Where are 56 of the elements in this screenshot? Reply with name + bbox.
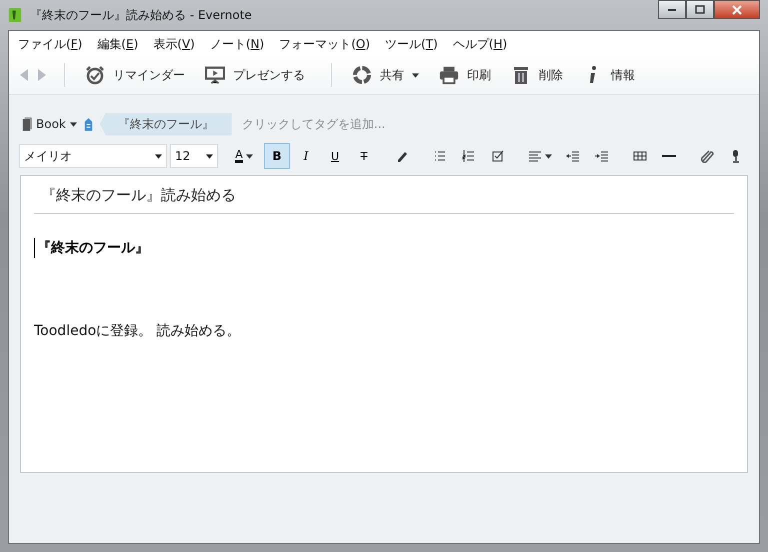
- note-text: Toodledoに登録。 読み始める。: [34, 322, 242, 340]
- caret-icon: [70, 122, 77, 126]
- underline-button[interactable]: U: [322, 143, 348, 169]
- align-left-icon: [528, 149, 542, 163]
- toolbar-button[interactable]: 共有: [348, 65, 429, 85]
- note-heading: 『終末のフール』: [34, 238, 734, 258]
- share-icon: [352, 65, 372, 85]
- caret-icon: [206, 154, 213, 158]
- caret-icon: [412, 72, 419, 78]
- strike-button[interactable]: T: [351, 143, 377, 169]
- menu-item[interactable]: ツール(T): [385, 36, 438, 56]
- font-family-dropdown[interactable]: メイリオ: [19, 144, 167, 168]
- printer-icon: [439, 65, 459, 85]
- toolbar-button[interactable]: 削除: [507, 65, 573, 85]
- highlighter-icon: [395, 149, 409, 163]
- numbered-list-icon: [462, 149, 476, 163]
- color-button[interactable]: A: [227, 143, 261, 169]
- font-size-dropdown[interactable]: 12: [170, 144, 218, 168]
- notebook-icon: [21, 116, 32, 132]
- toolbar-button[interactable]: リマインダー: [81, 65, 195, 85]
- todo-list-icon: [491, 149, 505, 163]
- alarm-clock-icon: [85, 65, 105, 85]
- window-title: 『終末のフール』読み始める - Evernote: [30, 6, 253, 24]
- italic-button[interactable]: I: [293, 143, 319, 169]
- menu-item[interactable]: 編集(E): [97, 36, 138, 56]
- menu-item[interactable]: ファイル(F): [18, 36, 82, 56]
- outdent-icon: [566, 149, 580, 163]
- menu-item[interactable]: ヘルプ(H): [452, 36, 508, 56]
- app-icon: [8, 6, 22, 24]
- minimize-button[interactable]: [658, 0, 686, 19]
- caret-icon: [246, 154, 253, 158]
- trash-icon: [511, 65, 531, 85]
- minimize-icon: [668, 8, 676, 10]
- projector-screen-icon: [205, 65, 225, 85]
- toolbar-button[interactable]: 情報: [579, 65, 645, 85]
- menu-item[interactable]: フォーマット(O): [279, 36, 370, 56]
- note-editor[interactable]: 『終末のフール』読み始める 『終末のフール』 Toodledoに登録。 読み始める。: [20, 175, 748, 473]
- tag-chip[interactable]: 『終末のフール』: [100, 112, 232, 136]
- maximize-icon: [695, 4, 705, 14]
- caret-icon: [545, 154, 552, 158]
- bold-button[interactable]: B: [264, 143, 290, 169]
- notebook-selector[interactable]: Book: [21, 116, 77, 132]
- tag-icon: [82, 116, 94, 132]
- table-icon: [633, 149, 647, 163]
- toolbar-button[interactable]: プレゼンする: [201, 65, 315, 85]
- note-title[interactable]: 『終末のフール』読み始める: [34, 176, 734, 213]
- bullet-list-icon: [433, 149, 447, 163]
- caret-icon: [155, 154, 162, 158]
- maximize-button[interactable]: [686, 0, 714, 19]
- toolbar-button[interactable]: 印刷: [435, 65, 501, 85]
- menu-item[interactable]: 表示(V): [153, 36, 195, 56]
- menu-item[interactable]: ノート(N): [210, 36, 264, 56]
- close-icon: [732, 4, 742, 14]
- paperclip-icon: [700, 149, 714, 163]
- indent-icon: [595, 149, 609, 163]
- close-button[interactable]: [714, 0, 760, 19]
